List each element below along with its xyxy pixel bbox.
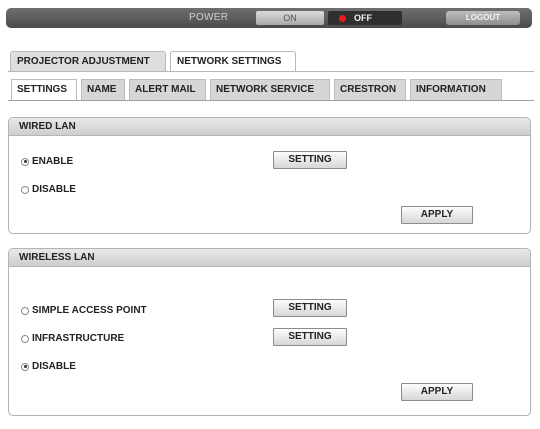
power-off-indicator-icon (339, 15, 346, 22)
wireless-simple-access-point-option[interactable]: SIMPLE ACCESS POINT (21, 305, 147, 316)
tab-network-settings[interactable]: NETWORK SETTINGS (170, 51, 296, 72)
wireless-infrastructure-option[interactable]: INFRASTRUCTURE (21, 333, 124, 344)
radio-unchecked-icon[interactable] (21, 185, 29, 194)
wired-setting-button[interactable]: SETTING (273, 151, 347, 169)
wireless-apply-button[interactable]: APPLY (401, 383, 473, 401)
wireless-simple-ap-setting-button[interactable]: SETTING (273, 299, 347, 317)
power-bar: POWER ON OFF LOGOUT (6, 8, 532, 28)
tab-projector-adjustment[interactable]: PROJECTOR ADJUSTMENT (10, 51, 166, 71)
wired-apply-button[interactable]: APPLY (401, 206, 473, 224)
subtab-alert-mail[interactable]: ALERT MAIL (129, 79, 206, 100)
radio-checked-icon[interactable] (21, 362, 29, 371)
wireless-lan-panel: WIRELESS LAN SIMPLE ACCESS POINT INFRAST… (8, 248, 531, 416)
wireless-lan-title: WIRELESS LAN (9, 249, 530, 267)
wired-disable-label: DISABLE (32, 184, 76, 195)
wired-enable-option[interactable]: ENABLE (21, 156, 73, 167)
sub-tab-divider (8, 100, 534, 101)
power-off-label: OFF (354, 13, 372, 23)
wired-lan-title: WIRED LAN (9, 118, 530, 136)
wireless-infrastructure-label: INFRASTRUCTURE (32, 333, 125, 344)
wired-enable-label: ENABLE (32, 156, 74, 167)
wireless-disable-option[interactable]: DISABLE (21, 361, 76, 372)
subtab-information[interactable]: INFORMATION (410, 79, 502, 100)
radio-checked-icon[interactable] (21, 157, 29, 166)
wireless-infrastructure-setting-button[interactable]: SETTING (273, 328, 347, 346)
radio-unchecked-icon[interactable] (21, 334, 29, 343)
wireless-disable-label: DISABLE (32, 361, 76, 372)
wired-lan-panel: WIRED LAN ENABLE DISABLE SETTING APPLY (8, 117, 531, 234)
power-label: POWER (189, 12, 229, 23)
wired-disable-option[interactable]: DISABLE (21, 184, 76, 195)
subtab-network-service[interactable]: NETWORK SERVICE (210, 79, 330, 100)
subtab-settings[interactable]: SETTINGS (11, 79, 77, 101)
wireless-simple-access-point-label: SIMPLE ACCESS POINT (32, 305, 147, 316)
main-tab-divider (8, 71, 534, 72)
power-off-button[interactable]: OFF (328, 11, 402, 25)
power-on-button[interactable]: ON (256, 11, 324, 25)
logout-button[interactable]: LOGOUT (446, 11, 520, 25)
subtab-crestron[interactable]: CRESTRON (334, 79, 406, 100)
radio-unchecked-icon[interactable] (21, 306, 29, 315)
subtab-name[interactable]: NAME (81, 79, 125, 100)
